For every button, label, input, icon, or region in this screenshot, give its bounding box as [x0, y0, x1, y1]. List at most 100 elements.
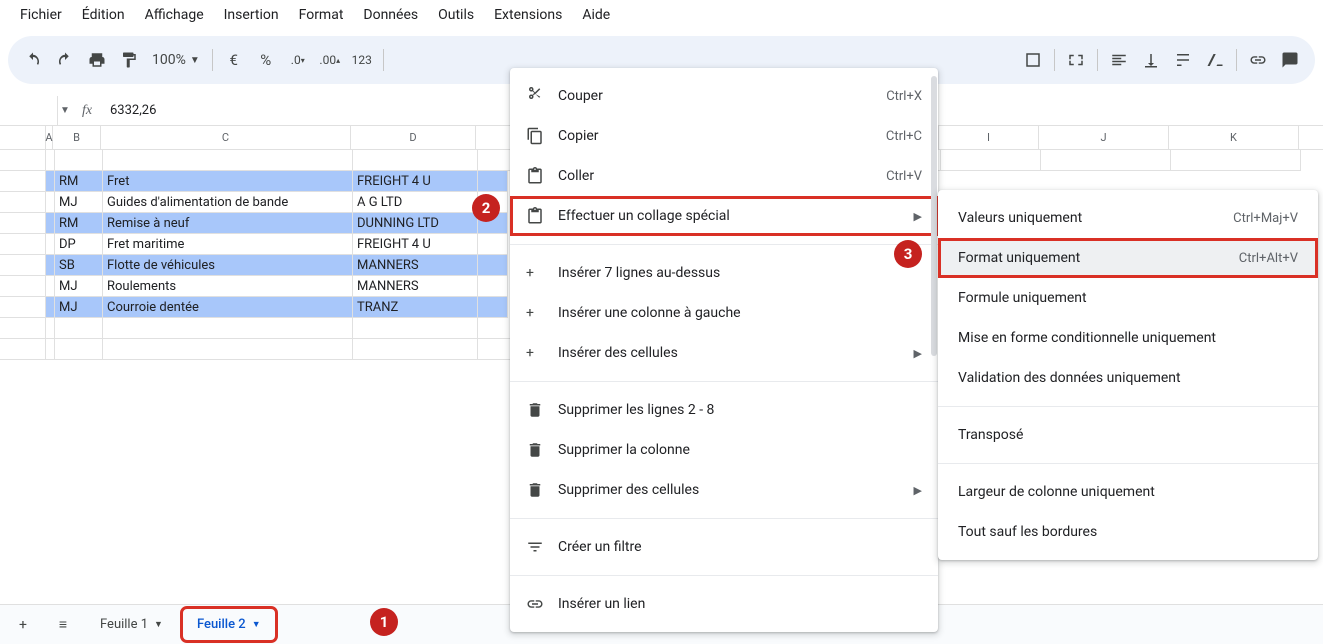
- cell[interactable]: RM: [55, 213, 103, 234]
- redo-button[interactable]: [50, 45, 80, 75]
- ctx-delete-col[interactable]: Supprimer la colonne: [510, 430, 938, 470]
- cell[interactable]: Guides d'alimentation de bande: [103, 192, 353, 213]
- ctx-paste[interactable]: Coller Ctrl+V: [510, 156, 938, 196]
- menu-data[interactable]: Données: [353, 3, 428, 27]
- cell[interactable]: MJ: [55, 276, 103, 297]
- percent-button[interactable]: %: [251, 45, 281, 75]
- ctx-cut[interactable]: Couper Ctrl+X: [510, 76, 938, 116]
- ctx-copy[interactable]: Copier Ctrl+C: [510, 116, 938, 156]
- halign-button[interactable]: [1104, 45, 1134, 75]
- wrap-button[interactable]: [1168, 45, 1198, 75]
- cell[interactable]: A G LTD: [353, 192, 478, 213]
- cell[interactable]: [478, 255, 508, 276]
- cell[interactable]: [478, 276, 508, 297]
- ctx-delete-rows[interactable]: Supprimer les lignes 2 - 8: [510, 390, 938, 430]
- cell[interactable]: MANNERS: [353, 276, 478, 297]
- cell[interactable]: [46, 339, 55, 360]
- cell[interactable]: [46, 276, 55, 297]
- cell[interactable]: FREIGHT 4 U: [353, 234, 478, 255]
- print-button[interactable]: [82, 45, 112, 75]
- cell[interactable]: MANNERS: [353, 255, 478, 276]
- sheet-tab-1[interactable]: Feuille 1 ▼: [88, 611, 175, 638]
- menu-format[interactable]: Format: [289, 3, 354, 27]
- ctx-delete-cells[interactable]: Supprimer des cellules ▶: [510, 470, 938, 510]
- row-header[interactable]: [0, 255, 46, 276]
- sub-formula-only[interactable]: Formule uniquement: [938, 278, 1318, 318]
- formula-value[interactable]: 6332,26: [102, 103, 156, 118]
- menu-extensions[interactable]: Extensions: [484, 3, 572, 27]
- cell[interactable]: DP: [55, 234, 103, 255]
- row-header[interactable]: [0, 276, 46, 297]
- cell[interactable]: Flotte de véhicules: [103, 255, 353, 276]
- name-box-arrow[interactable]: ▼: [58, 105, 72, 116]
- sub-colwidth[interactable]: Largeur de colonne uniquement: [938, 472, 1318, 512]
- valign-button[interactable]: [1136, 45, 1166, 75]
- cell[interactable]: [478, 171, 508, 192]
- cell[interactable]: Fret maritime: [103, 234, 353, 255]
- link-button[interactable]: [1243, 45, 1273, 75]
- sub-cond-format[interactable]: Mise en forme conditionnelle uniquement: [938, 318, 1318, 358]
- cell[interactable]: Fret: [103, 171, 353, 192]
- font-button[interactable]: [390, 45, 450, 75]
- row-header[interactable]: [0, 339, 46, 360]
- cell[interactable]: DUNNING LTD: [353, 213, 478, 234]
- comment-button[interactable]: [1275, 45, 1305, 75]
- col-header-j[interactable]: J: [1039, 126, 1169, 149]
- select-all-corner[interactable]: [0, 126, 46, 149]
- row-header[interactable]: [0, 234, 46, 255]
- cell[interactable]: [1041, 150, 1171, 171]
- cell[interactable]: [1171, 150, 1301, 171]
- row-header[interactable]: [0, 192, 46, 213]
- undo-button[interactable]: [18, 45, 48, 75]
- row-header[interactable]: [0, 213, 46, 234]
- ctx-link[interactable]: Insérer un lien: [510, 584, 938, 624]
- col-header-b[interactable]: B: [53, 126, 101, 149]
- col-header-a[interactable]: A: [46, 126, 53, 149]
- col-header-k[interactable]: K: [1169, 126, 1299, 149]
- currency-button[interactable]: €: [219, 45, 249, 75]
- name-box[interactable]: [0, 96, 58, 125]
- menu-view[interactable]: Affichage: [135, 3, 214, 27]
- cell[interactable]: [46, 255, 55, 276]
- sub-noborders[interactable]: Tout sauf les bordures: [938, 512, 1318, 552]
- menu-file[interactable]: Fichier: [10, 3, 72, 27]
- all-sheets-button[interactable]: ≡: [48, 610, 78, 640]
- sub-format-only[interactable]: Format uniquement Ctrl+Alt+V: [938, 238, 1318, 278]
- ctx-insert-col[interactable]: + Insérer une colonne à gauche: [510, 293, 938, 333]
- row-header[interactable]: [0, 171, 46, 192]
- cell[interactable]: [478, 234, 508, 255]
- cell[interactable]: [55, 150, 103, 171]
- col-header-c[interactable]: C: [101, 126, 351, 149]
- col-header-i[interactable]: I: [939, 126, 1039, 149]
- cell[interactable]: [46, 213, 55, 234]
- rotate-button[interactable]: [1200, 45, 1230, 75]
- cell[interactable]: [353, 150, 478, 171]
- cell[interactable]: MJ: [55, 297, 103, 318]
- cell[interactable]: MJ: [55, 192, 103, 213]
- cell[interactable]: Remise à neuf: [103, 213, 353, 234]
- cell[interactable]: [46, 192, 55, 213]
- cell[interactable]: [353, 339, 478, 360]
- cell[interactable]: [103, 318, 353, 339]
- cell[interactable]: [46, 297, 55, 318]
- ctx-insert-rows[interactable]: + Insérer 7 lignes au-dessus: [510, 253, 938, 293]
- ctx-insert-cells[interactable]: + Insérer des cellules ▶: [510, 333, 938, 373]
- cell[interactable]: RM: [55, 171, 103, 192]
- cell[interactable]: [103, 150, 353, 171]
- cell[interactable]: FREIGHT 4 U: [353, 171, 478, 192]
- cell[interactable]: [55, 339, 103, 360]
- cell[interactable]: TRANZ: [353, 297, 478, 318]
- cell[interactable]: [478, 297, 508, 318]
- borders-button[interactable]: [1018, 45, 1048, 75]
- cell[interactable]: Roulements: [103, 276, 353, 297]
- row-header[interactable]: [0, 150, 46, 171]
- row-header[interactable]: [0, 297, 46, 318]
- paint-format-button[interactable]: [114, 45, 144, 75]
- zoom-dropdown[interactable]: 100%▼: [146, 52, 206, 68]
- cell[interactable]: [46, 171, 55, 192]
- cell[interactable]: SB: [55, 255, 103, 276]
- menu-tools[interactable]: Outils: [428, 3, 484, 27]
- cell[interactable]: [941, 150, 1041, 171]
- merge-button[interactable]: [1061, 45, 1091, 75]
- cell[interactable]: [46, 234, 55, 255]
